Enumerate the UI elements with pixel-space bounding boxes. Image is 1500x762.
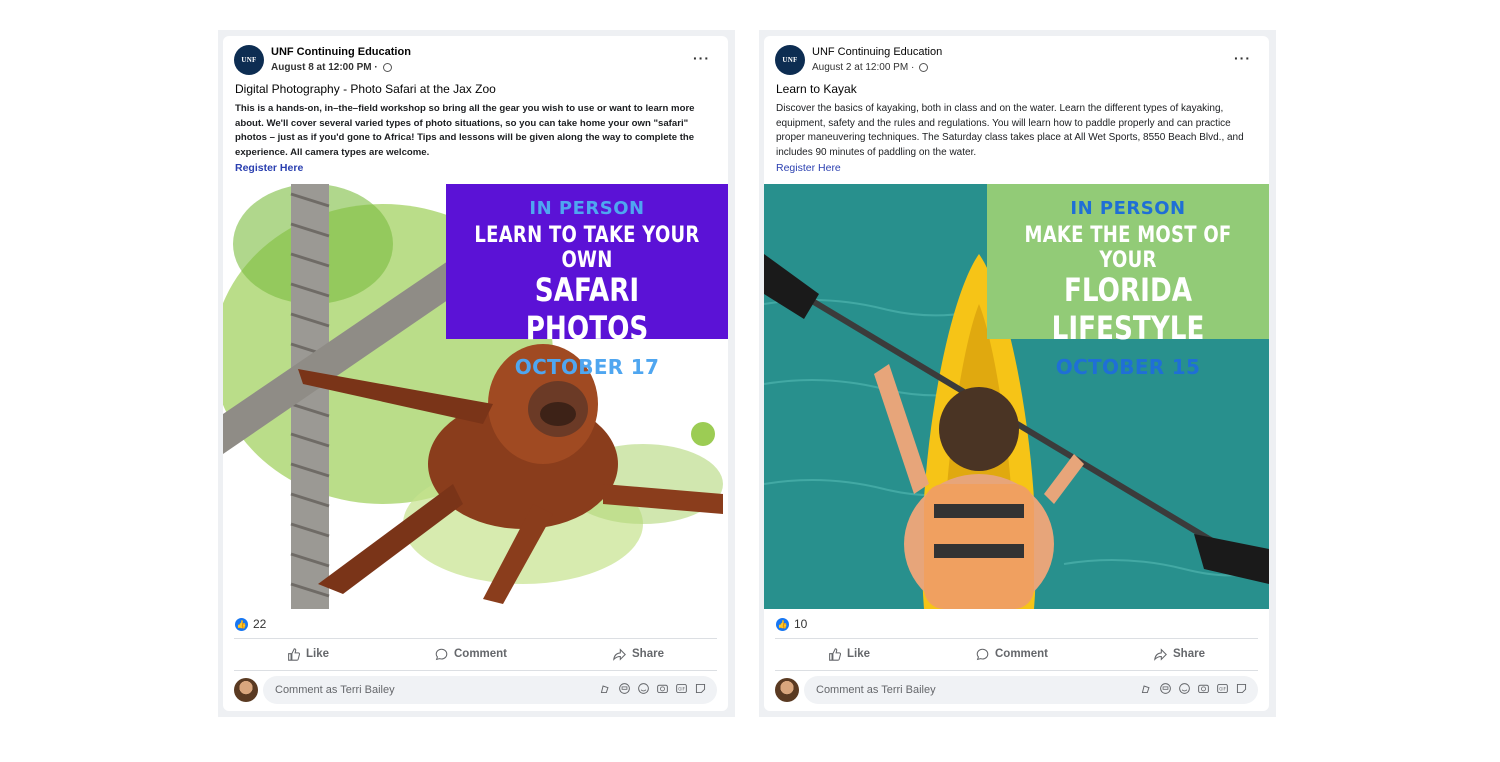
reaction-summary[interactable]: 👍 10 <box>776 617 807 631</box>
like-count: 10 <box>794 617 808 631</box>
camera-icon[interactable] <box>1197 682 1210 695</box>
user-avatar[interactable] <box>775 678 799 702</box>
post-card: UNF UNF Continuing Education August 2 at… <box>764 36 1269 711</box>
comment-input[interactable] <box>814 683 1118 697</box>
promo-banner: IN PERSON MAKE THE MOST OF YOUR FLORIDA … <box>987 184 1269 379</box>
post-body: This is a hands-on, in–the–field worksho… <box>235 103 695 158</box>
share-button[interactable]: Share <box>613 647 664 661</box>
post-meta: August 8 at 12:00 PM · <box>271 62 392 73</box>
divider <box>775 670 1258 671</box>
comment-label: Comment <box>453 648 508 660</box>
share-label: Share <box>1173 648 1205 660</box>
register-link[interactable]: Register Here <box>776 162 841 174</box>
gif-icon[interactable]: GIF <box>1216 682 1229 695</box>
like-button[interactable]: Like <box>828 647 870 661</box>
comment-composer: GIF <box>234 676 717 704</box>
page-avatar[interactable]: UNF <box>234 45 264 75</box>
comment-icon <box>435 648 448 660</box>
share-label: Share <box>632 648 664 660</box>
sticker-icon[interactable] <box>1140 682 1153 695</box>
comment-box[interactable]: GIF <box>804 676 1258 704</box>
banner-highlight: SAFARI PHOTOS <box>525 271 649 347</box>
post-date[interactable]: August 8 at 12:00 PM · <box>271 62 378 73</box>
user-avatar[interactable] <box>234 678 258 702</box>
sticker-face-icon[interactable] <box>1235 682 1248 695</box>
post-frame-2: UNF UNF Continuing Education August 2 at… <box>759 30 1276 717</box>
post-actions: Like Comment Share <box>775 640 1258 668</box>
post-author[interactable]: UNF Continuing Education <box>812 46 942 58</box>
globe-icon <box>382 63 392 72</box>
post-author[interactable]: UNF Continuing Education <box>271 46 411 58</box>
emoji-icon[interactable] <box>637 682 650 695</box>
banner-headline: MAKE THE MOST OF YOUR <box>1024 223 1232 273</box>
svg-text:GIF: GIF <box>1219 687 1226 692</box>
reaction-summary[interactable]: 👍 22 <box>235 617 266 631</box>
camera-icon[interactable] <box>656 682 669 695</box>
like-count: 22 <box>253 617 267 631</box>
share-icon <box>1154 647 1167 661</box>
like-button[interactable]: Like <box>287 647 329 661</box>
divider <box>234 670 717 671</box>
comment-icon <box>976 648 989 660</box>
like-reaction-icon: 👍 <box>776 617 789 631</box>
comment-tools: GIF <box>599 682 707 695</box>
divider <box>234 638 717 639</box>
post-image[interactable]: IN PERSON MAKE THE MOST OF YOUR FLORIDA … <box>764 184 1269 609</box>
post-frame-1: UNF UNF Continuing Education August 8 at… <box>218 30 735 717</box>
divider <box>775 638 1258 639</box>
post-card: UNF UNF Continuing Education August 8 at… <box>223 36 728 711</box>
gif-icon[interactable]: GIF <box>675 682 688 695</box>
promo-banner: IN PERSON LEARN TO TAKE YOUR OWN SAFARI … <box>446 184 728 379</box>
thumbs-up-icon <box>288 647 300 661</box>
post-image[interactable]: IN PERSON LEARN TO TAKE YOUR OWN SAFARI … <box>223 184 728 609</box>
register-link[interactable]: Register Here <box>235 162 303 174</box>
banner-headline: LEARN TO TAKE YOUR OWN <box>474 223 700 273</box>
post-body: Discover the basics of kayaking, both in… <box>776 103 1244 158</box>
globe-icon <box>919 63 929 72</box>
post-meta: August 2 at 12:00 PM · <box>812 62 929 73</box>
emoji-icon[interactable] <box>1178 682 1191 695</box>
more-options-button[interactable]: ··· <box>693 50 710 66</box>
share-icon <box>613 647 626 661</box>
comment-tools: GIF <box>1140 682 1248 695</box>
avatar-icon[interactable] <box>618 682 631 695</box>
banner-in-person: IN PERSON <box>1070 198 1186 219</box>
page-avatar[interactable]: UNF <box>775 45 805 75</box>
more-options-button[interactable]: ··· <box>1234 50 1251 66</box>
banner-in-person: IN PERSON <box>529 198 645 219</box>
post-actions: Like Comment Share <box>234 640 717 668</box>
comment-button[interactable]: Comment <box>976 648 1048 661</box>
sticker-icon[interactable] <box>599 682 612 695</box>
like-label: Like <box>846 648 870 660</box>
comment-label: Comment <box>994 648 1049 660</box>
like-label: Like <box>305 648 329 660</box>
comment-box[interactable]: GIF <box>263 676 717 704</box>
post-title: Learn to Kayak <box>776 82 857 96</box>
banner-highlight: FLORIDA LIFESTYLE <box>1051 271 1205 347</box>
sticker-face-icon[interactable] <box>694 682 707 695</box>
banner-date: OCTOBER 17 <box>514 355 660 379</box>
comment-button[interactable]: Comment <box>435 648 507 661</box>
share-button[interactable]: Share <box>1154 647 1205 661</box>
post-date[interactable]: August 2 at 12:00 PM · <box>812 62 914 73</box>
avatar-icon[interactable] <box>1159 682 1172 695</box>
banner-date: OCTOBER 15 <box>1055 355 1201 379</box>
svg-text:GIF: GIF <box>678 687 685 692</box>
post-title: Digital Photography - Photo Safari at th… <box>235 82 496 96</box>
like-reaction-icon: 👍 <box>235 617 248 631</box>
comment-input[interactable] <box>273 683 577 697</box>
comment-composer: GIF <box>775 676 1258 704</box>
thumbs-up-icon <box>829 647 841 661</box>
